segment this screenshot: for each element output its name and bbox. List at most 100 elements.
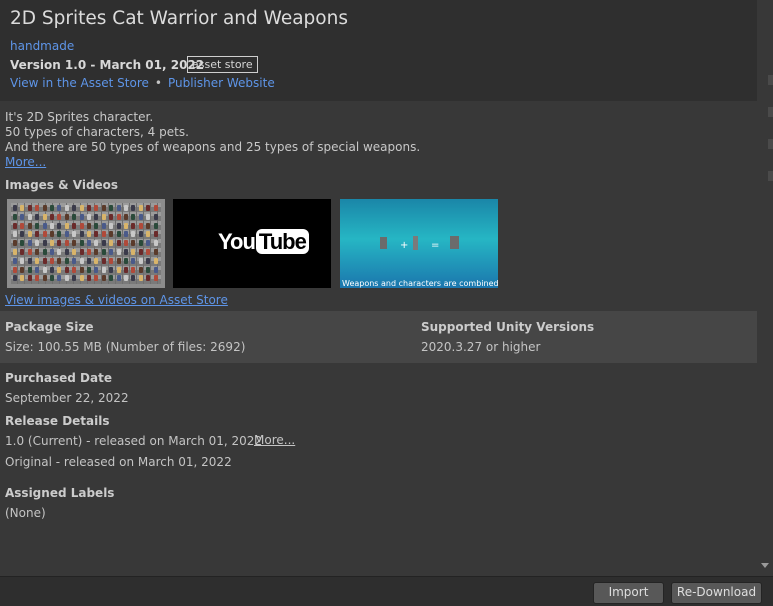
release-more-link[interactable]: More... [254,433,295,447]
sprite-dot [101,240,106,247]
sprite-grid-image [11,203,161,284]
sprite-dot [94,231,99,238]
sprite-dot [131,222,136,229]
assigned-labels-value: (None) [5,506,46,520]
redownload-button[interactable]: Re-Download [671,582,762,604]
sprite-dot [35,231,40,238]
sprite-dot [116,231,121,238]
sprite-dot [146,275,151,282]
sprite-dot [35,213,40,220]
sprite-dot [42,275,47,282]
sprite-dot [50,205,54,211]
sprite-dot [13,222,17,229]
package-size-value: Size: 100.55 MB (Number of files: 2692) [5,340,246,354]
sprite-dot [13,249,17,255]
sprite-dot [109,222,114,229]
sprite-dot [116,240,121,247]
sprite-dot [57,257,62,264]
purchased-date-label: Purchased Date [5,371,112,385]
sprite-dot [109,213,114,220]
sprite-dot [131,240,136,247]
sprite-dot [101,231,106,238]
sprite-dot [116,266,121,273]
sprite-dot [50,240,54,247]
link-separator: • [154,76,162,90]
publisher-website-link[interactable]: Publisher Website [168,76,275,90]
sprite-dot [124,266,128,273]
sprite-dot [64,231,69,238]
description-line: And there are 50 types of weapons and 25… [5,140,421,154]
sprite-dot [79,222,84,229]
sprite-dot [42,249,47,255]
sprite-dot [153,231,158,238]
sprite-dot [27,240,32,247]
sprite-dot [35,257,40,264]
sprite-dot [57,249,62,255]
sprite-dot [109,240,114,247]
sprite-dot [124,213,128,220]
sprite-dot [35,222,40,229]
sprite-dot [13,231,17,238]
sprite-dot [116,249,121,255]
sprite-dot [124,240,128,247]
weapons-thumbnail[interactable]: + = Weapons and characters are combined [340,199,498,288]
sprite-dot [94,205,99,211]
sprite-dot [131,205,136,211]
sprite-dot [42,257,47,264]
sprite-dot [57,222,62,229]
sprite-dot [138,213,143,220]
import-button[interactable]: Import [593,582,664,604]
sprite-dot [20,249,25,255]
sprite-dot [138,205,143,211]
sprite-dot [94,266,99,273]
sprite-dot [35,205,40,211]
package-title: 2D Sprites Cat Warrior and Weapons [10,8,348,29]
sprite-dot [42,205,47,211]
sprite-dot [116,222,121,229]
sprite-dot [153,249,158,255]
sprite-dot [72,222,77,229]
weapon-sprite [413,236,418,250]
sprite-dot [146,257,151,264]
sprite-dot [131,257,136,264]
description-line: It's 2D Sprites character. [5,110,154,124]
sprite-dot [27,266,32,273]
sprite-dot [64,257,69,264]
sprite-dot [153,257,158,264]
author-link[interactable]: handmade [10,39,74,53]
sprite-dot [109,249,114,255]
sprite-dot [13,275,17,282]
assigned-labels-label: Assigned Labels [5,486,115,500]
package-size-label: Package Size [5,320,94,334]
sprite-dot [50,249,54,255]
sprite-dot [27,231,32,238]
combined-sprite [450,236,459,249]
sprite-dot [124,231,128,238]
scroll-down-arrow-icon[interactable] [761,563,769,568]
sprite-dot [124,275,128,282]
purchased-date-value: September 22, 2022 [5,391,129,405]
view-images-link[interactable]: View images & videos on Asset Store [5,293,228,307]
sprite-dot [116,257,121,264]
view-in-asset-store-link[interactable]: View in the Asset Store [10,76,149,90]
sprite-dot [138,240,143,247]
sprite-dot [57,213,62,220]
description-more-link[interactable]: More... [5,155,46,169]
sprite-dot [64,240,69,247]
sprite-dot [20,205,25,211]
sprite-dot [109,205,114,211]
sprite-dot [20,213,25,220]
sprite-dot [79,231,84,238]
sprite-dot [50,231,54,238]
sprite-dot [50,213,54,220]
sprite-dot [64,205,69,211]
package-description: It's 2D Sprites character. 50 types of c… [5,110,420,170]
sprite-dot [87,257,91,264]
sprite-dot [57,266,62,273]
sprite-dot [138,257,143,264]
version-text: Version 1.0 - March 01, 2022 [10,58,205,72]
video-thumbnail[interactable]: You Tube [173,199,331,288]
sprite-dot [116,275,121,282]
sprite-dot [64,222,69,229]
screenshot-thumbnail[interactable] [7,199,165,288]
